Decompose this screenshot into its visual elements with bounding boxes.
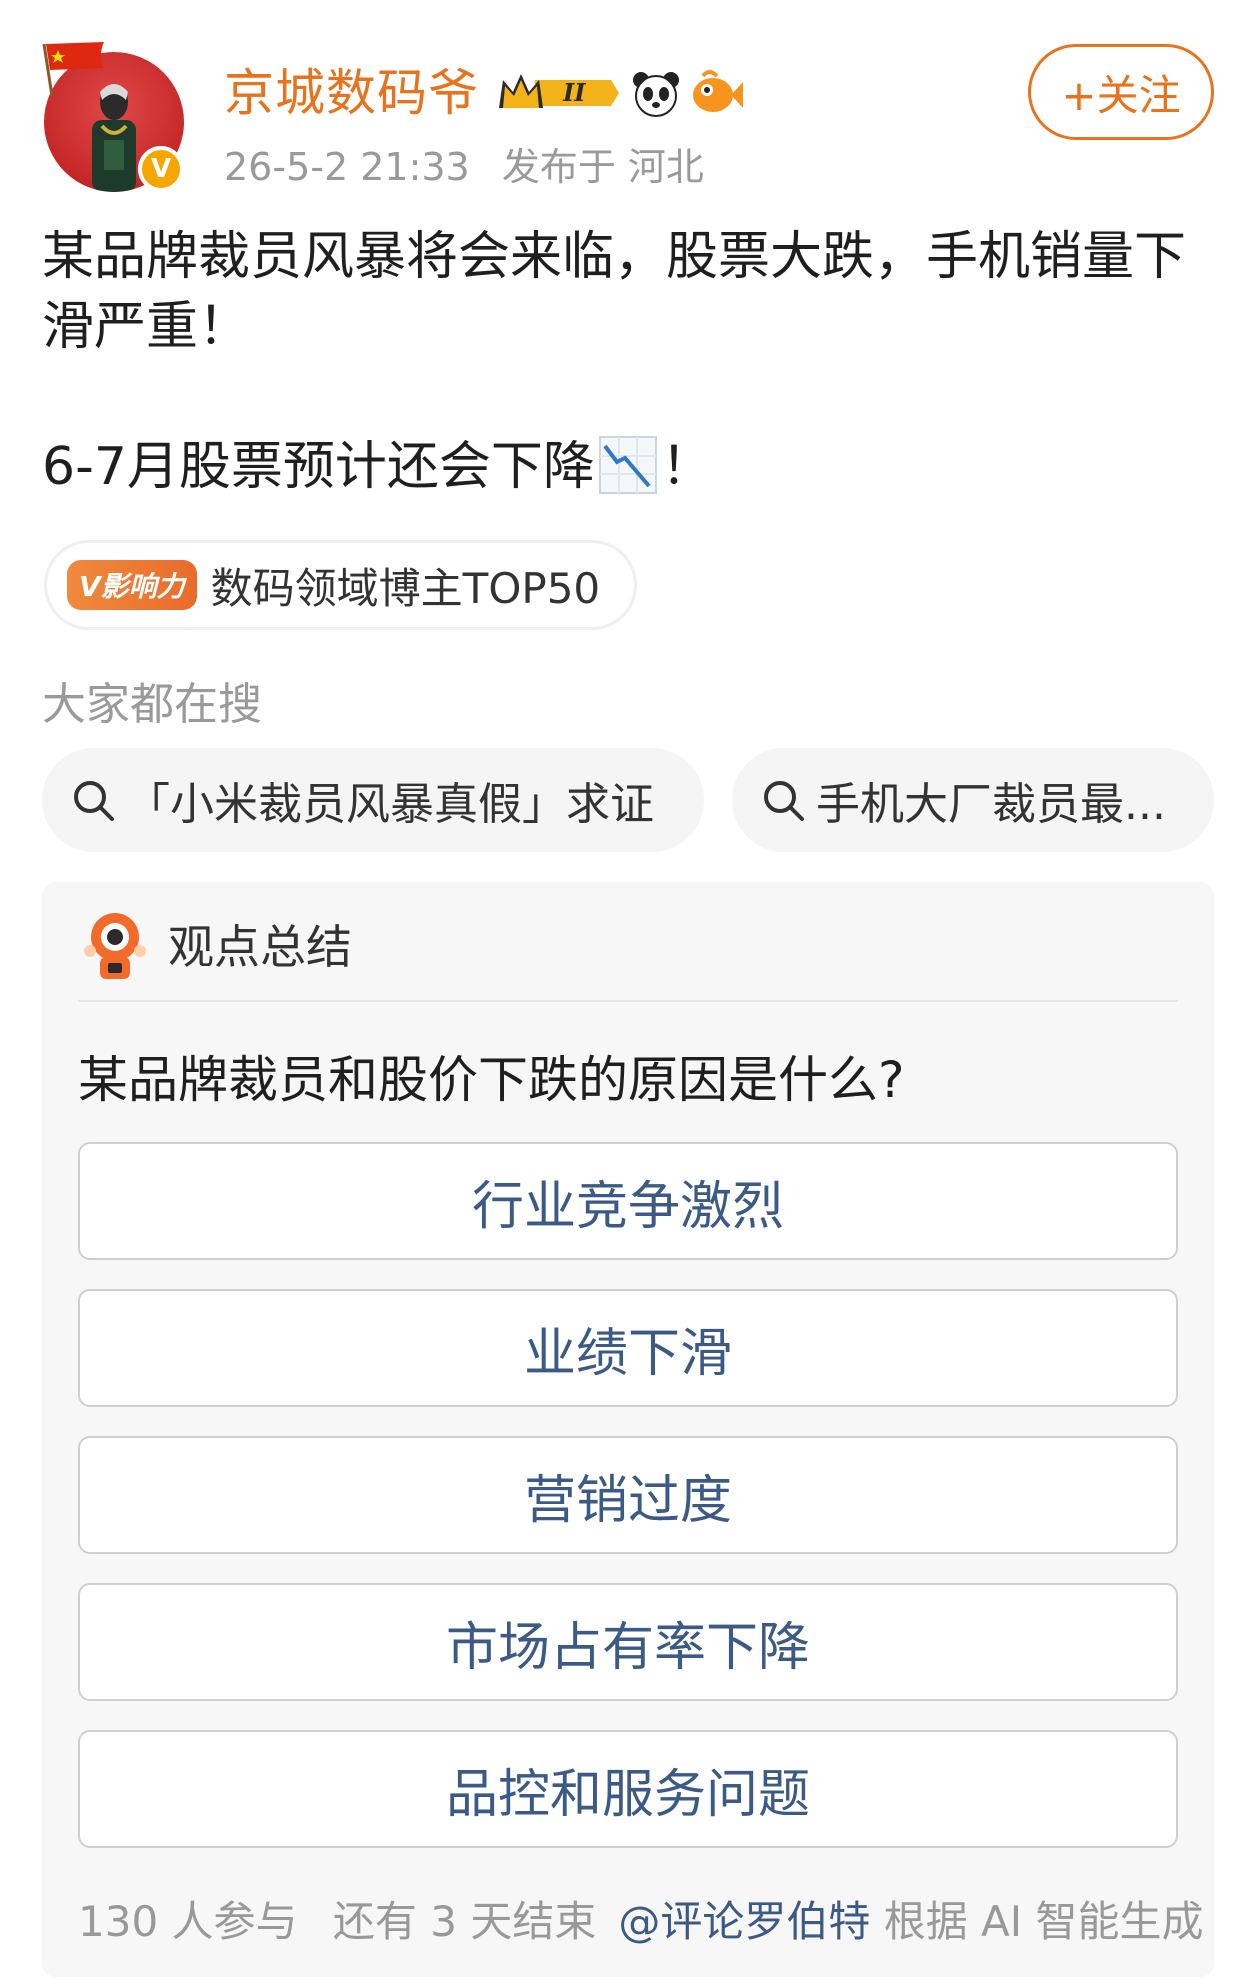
panda-icon bbox=[633, 72, 679, 117]
poll-option[interactable]: 业绩下滑 bbox=[78, 1289, 1178, 1407]
poll-option[interactable]: 市场占有率下降 bbox=[78, 1583, 1178, 1701]
search-icon bbox=[74, 781, 114, 821]
search-chip-label: 「小米裁员风暴真假」求证 bbox=[126, 779, 654, 830]
time-remaining: 还有 3 天结束 bbox=[332, 1897, 597, 1946]
search-section-title: 大家都在搜 bbox=[42, 679, 262, 730]
credit-mention-link[interactable]: @评论罗伯特 bbox=[618, 1897, 870, 1946]
summary-card: 观点总结 某品牌裁员和股价下跌的原因是什么? 行业竞争激烈 业绩下滑 营销过度 … bbox=[42, 882, 1214, 1977]
influence-badge: V影响力 bbox=[67, 560, 197, 610]
follow-button[interactable]: +关注 bbox=[1028, 44, 1214, 140]
author-row: 京城数码爷 II bbox=[224, 58, 743, 128]
poll-option[interactable]: 营销过度 bbox=[78, 1436, 1178, 1554]
avatar-figure-icon bbox=[92, 84, 136, 192]
poll-options: 行业竞争激烈 业绩下滑 营销过度 市场占有率下降 品控和服务问题 bbox=[78, 1142, 1178, 1877]
china-flag-icon bbox=[42, 42, 104, 96]
search-chip[interactable]: 手机大厂裁员最... bbox=[732, 748, 1214, 852]
robot-icon bbox=[84, 913, 146, 979]
post-content: 某品牌裁员风暴将会来临，股票大跌，手机销量下滑严重！ 6-7月股票预计还会下降 … bbox=[42, 222, 1222, 502]
post-text-line1: 某品牌裁员风暴将会来临，股票大跌，手机销量下滑严重！ bbox=[42, 227, 1187, 357]
crown-level-text: II bbox=[562, 78, 586, 107]
search-chip[interactable]: 「小米裁员风暴真假」求证 bbox=[42, 748, 704, 852]
poll-option[interactable]: 品控和服务问题 bbox=[78, 1730, 1178, 1848]
post-text-line2-main: 6-7月股票预计还会下降 bbox=[42, 437, 595, 497]
credit-text: 根据 AI 智能生成 bbox=[870, 1897, 1204, 1946]
author-name[interactable]: 京城数码爷 bbox=[224, 68, 479, 118]
poll-option[interactable]: 行业竞争激烈 bbox=[78, 1142, 1178, 1260]
summary-divider bbox=[78, 1000, 1178, 1002]
influence-label: 数码领域博主TOP50 bbox=[210, 563, 601, 613]
search-icon bbox=[764, 781, 804, 821]
verified-badge-icon: V bbox=[138, 146, 184, 192]
search-chip-label: 手机大厂裁员最... bbox=[816, 779, 1166, 830]
post-text-line2: 6-7月股票预计还会下降 ！ bbox=[42, 432, 1222, 502]
post-meta: 26-5-2 21:33 发布于 河北 bbox=[224, 136, 724, 191]
crown-level-icon[interactable]: II bbox=[495, 68, 619, 118]
post-location: 发布于 河北 bbox=[501, 145, 704, 189]
fish-icon bbox=[693, 70, 743, 112]
poll-question: 某品牌裁员和股价下跌的原因是什么? bbox=[78, 1051, 905, 1109]
influence-tag[interactable]: V影响力 数码领域博主TOP50 bbox=[44, 540, 638, 630]
chart-down-icon bbox=[598, 436, 657, 494]
post-text-line2-end: ！ bbox=[660, 437, 713, 497]
participant-count: 130 人参与 bbox=[78, 1897, 298, 1946]
post-header: V 京城数码爷 II 26-5-2 21:33 发布于 河北 +关注 bbox=[40, 40, 1216, 200]
summary-header: 观点总结 bbox=[78, 904, 352, 984]
follow-button-label: +关注 bbox=[1061, 70, 1181, 120]
post-timestamp: 26-5-2 21:33 bbox=[224, 145, 470, 189]
summary-title: 观点总结 bbox=[168, 920, 352, 974]
summary-footer: 130 人参与 还有 3 天结束 @评论罗伯特 根据 AI 智能生成 bbox=[78, 1888, 1204, 1949]
